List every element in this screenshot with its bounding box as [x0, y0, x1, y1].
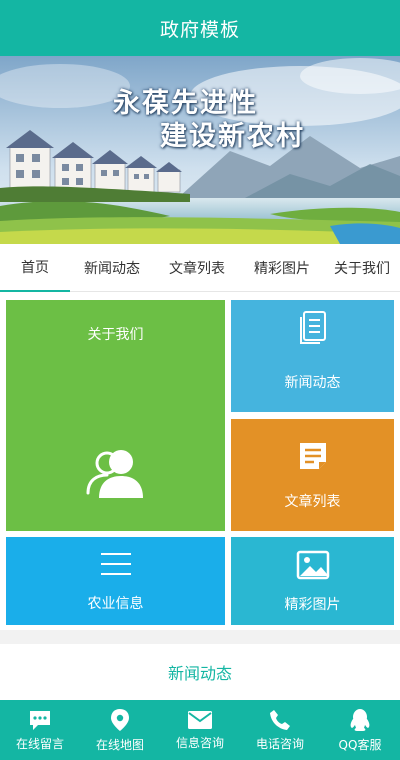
phone-icon: [270, 709, 290, 730]
tile-agriculture-label: 农业信息: [87, 596, 144, 612]
image-icon: [296, 550, 329, 580]
top-nav: 首页 新闻动态 文章列表 精彩图片 关于我们: [0, 244, 400, 292]
mail-icon: [188, 710, 212, 729]
tile-about-us[interactable]: 关于我们: [6, 300, 225, 531]
footer-message-button[interactable]: 在线留言: [0, 700, 80, 760]
banner-image[interactable]: 永葆先进性 建设新农村: [0, 56, 400, 244]
message-icon: [30, 710, 50, 730]
app-header: 政府模板: [0, 0, 400, 56]
nav-item-news[interactable]: 新闻动态: [70, 244, 154, 292]
footer-label-map: 在线地图: [95, 737, 144, 752]
banner-slogan-2: 建设新农村: [160, 121, 305, 152]
footer-info-button[interactable]: 信息咨询: [160, 700, 240, 760]
nav-item-about[interactable]: 关于我们: [324, 244, 400, 292]
map-pin-icon: [111, 708, 129, 731]
tile-about-label: 关于我们: [87, 327, 144, 343]
qq-penguin-icon: [350, 708, 370, 731]
users-icon: [86, 450, 143, 498]
nav-item-articles[interactable]: 文章列表: [154, 244, 240, 292]
tile-agriculture[interactable]: 农业信息: [6, 537, 225, 625]
note-icon: [299, 443, 326, 469]
page-title: 政府模板: [159, 18, 240, 41]
footer-label-phone: 电话咨询: [255, 736, 304, 751]
footer-label-qq: QQ客服: [338, 737, 382, 752]
tile-article-label: 文章列表: [284, 494, 341, 510]
section-title: 新闻动态: [167, 664, 232, 683]
tile-pictures[interactable]: 精彩图片: [231, 537, 394, 625]
footer-label-message: 在线留言: [15, 736, 64, 751]
tile-news-label: 新闻动态: [284, 375, 341, 391]
footer-qq-button[interactable]: QQ客服: [320, 700, 400, 760]
footer-phone-button[interactable]: 电话咨询: [240, 700, 320, 760]
menu-icon: [100, 553, 131, 575]
tile-news[interactable]: 新闻动态: [231, 300, 394, 412]
nav-item-home[interactable]: 首页: [0, 244, 70, 292]
footer-label-info: 信息咨询: [175, 735, 224, 750]
news-section-header: 新闻动态: [0, 644, 400, 700]
nav-item-pictures[interactable]: 精彩图片: [240, 244, 324, 292]
tile-article-list[interactable]: 文章列表: [231, 419, 394, 531]
footer-map-button[interactable]: 在线地图: [80, 700, 160, 760]
document-icon: [299, 311, 326, 344]
tile-pictures-label: 精彩图片: [284, 597, 341, 613]
tile-grid: 关于我们 新闻动态 文章列表 农业信息 精彩图片: [0, 292, 400, 630]
bottom-toolbar: 在线留言 在线地图 信息咨询 电话咨询 QQ客服: [0, 700, 400, 760]
